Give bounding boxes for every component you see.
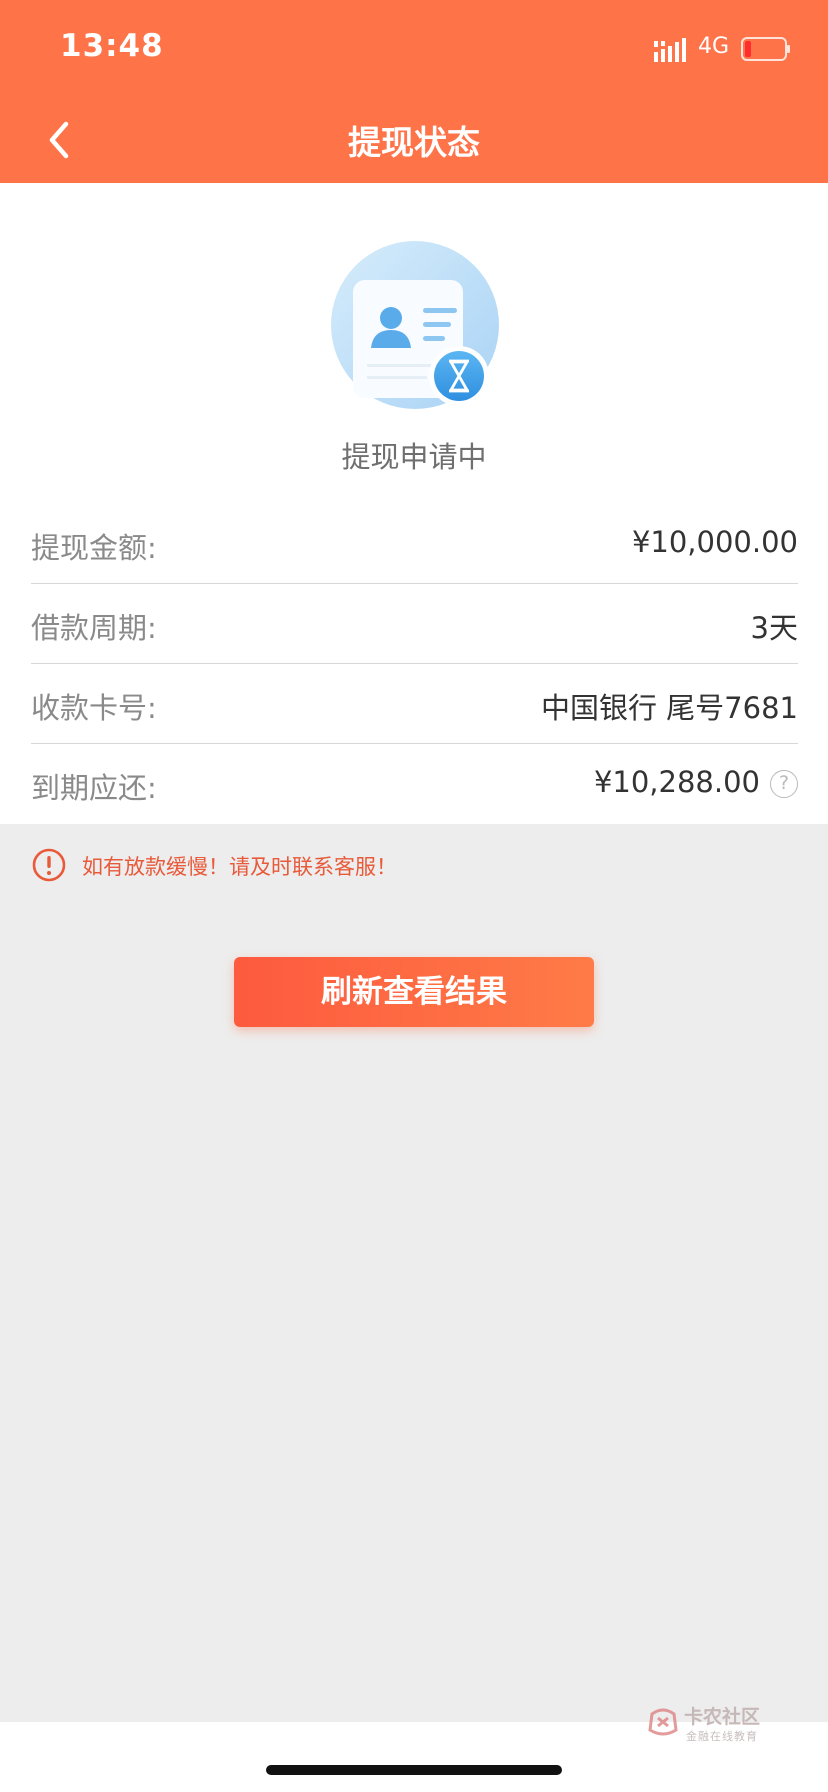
row-label: 提现金额: bbox=[31, 531, 157, 565]
status-text: 提现申请中 bbox=[341, 440, 487, 474]
period-row: 借款周期: 3天 bbox=[31, 583, 798, 663]
nav-header: 13:48 4G 提现状态 bbox=[0, 0, 828, 183]
row-label: 收款卡号: bbox=[31, 691, 157, 725]
watermark-title: 卡农社区 bbox=[684, 1706, 761, 1728]
row-value: ¥10,288.00 bbox=[593, 765, 760, 799]
watermark-logo-icon bbox=[648, 1708, 678, 1736]
row-value: 3天 bbox=[750, 611, 798, 645]
id-card-hourglass-icon bbox=[331, 241, 499, 409]
amount-row: 提现金额: ¥10,000.00 bbox=[31, 503, 798, 583]
watermark-subtitle: 金融在线教育 bbox=[686, 1730, 758, 1743]
network-type: 4G bbox=[698, 34, 730, 59]
notice-text: 如有放款缓慢！请及时联系客服！ bbox=[82, 855, 397, 879]
row-label: 借款周期: bbox=[31, 611, 157, 645]
row-label: 到期应还: bbox=[31, 771, 157, 805]
battery-icon bbox=[741, 37, 790, 61]
status-time: 13:48 bbox=[60, 28, 164, 64]
row-value: 中国银行 尾号7681 bbox=[540, 691, 798, 725]
refresh-button[interactable]: 刷新查看结果 bbox=[234, 957, 594, 1027]
home-indicator[interactable] bbox=[266, 1765, 562, 1775]
row-value: ¥10,000.00 bbox=[631, 525, 798, 559]
card-number-row: 收款卡号: 中国银行 尾号7681 bbox=[31, 663, 798, 743]
help-icon[interactable]: ? bbox=[770, 770, 798, 798]
signal-icon bbox=[654, 38, 686, 62]
page-title: 提现状态 bbox=[348, 123, 480, 162]
repayment-row: 到期应还: ¥10,288.00 ? bbox=[31, 743, 798, 823]
info-circle-icon bbox=[32, 848, 66, 882]
